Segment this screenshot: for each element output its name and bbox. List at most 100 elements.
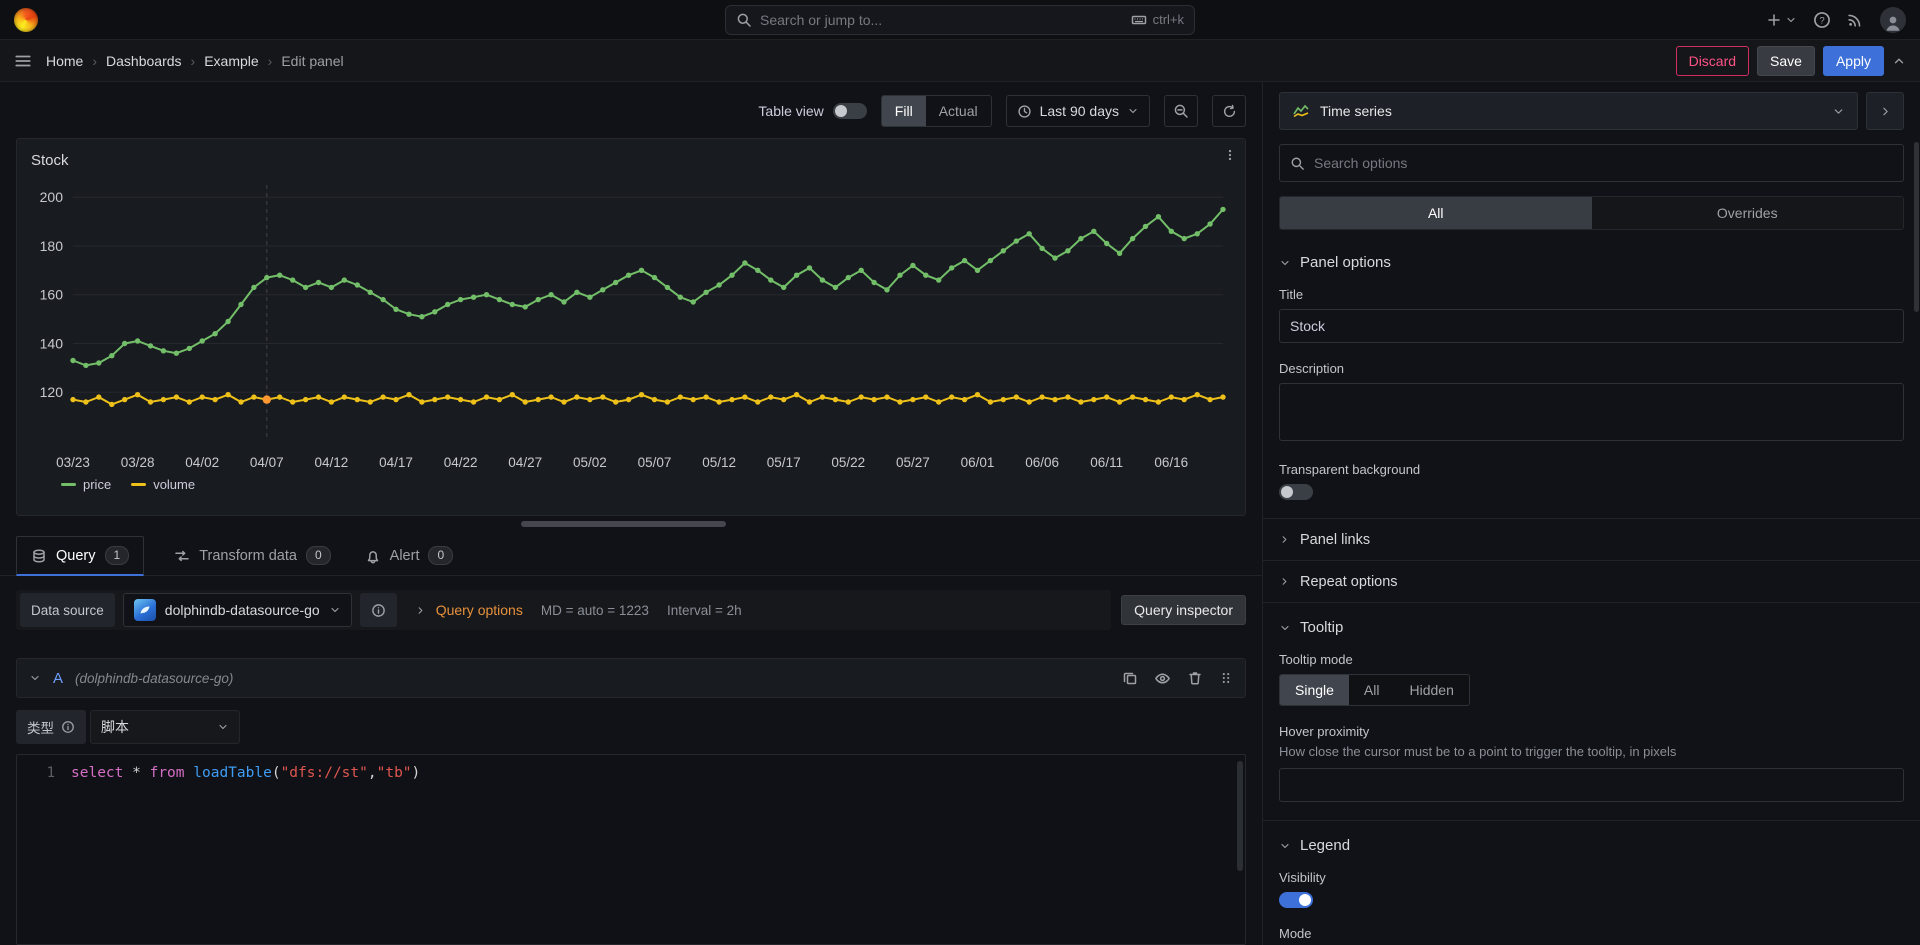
stock-panel: Stock 12014016018020003/2303/2804/0204/0… bbox=[16, 138, 1246, 516]
time-series-chart[interactable]: 12014016018020003/2303/2804/0204/0704/12… bbox=[31, 175, 1231, 475]
global-search[interactable]: ctrl+k bbox=[725, 5, 1195, 35]
repeat-options-section[interactable]: Repeat options bbox=[1263, 560, 1920, 602]
edit-panel-actions: Discard Save Apply bbox=[1676, 46, 1906, 76]
chevron-up-icon[interactable] bbox=[1892, 54, 1906, 68]
svg-text:05/02: 05/02 bbox=[573, 455, 607, 470]
breadcrumb-home[interactable]: Home bbox=[46, 53, 83, 69]
chevron-right-icon bbox=[1279, 534, 1290, 545]
breadcrumb-separator: › bbox=[268, 53, 273, 69]
breadcrumb: Home › Dashboards › Example › Edit panel bbox=[46, 53, 344, 69]
toggle-knob bbox=[1299, 894, 1311, 906]
svg-text:120: 120 bbox=[40, 384, 64, 400]
svg-text:140: 140 bbox=[40, 336, 64, 352]
query-count-badge: 1 bbox=[105, 546, 130, 565]
collapse-options-pane-button[interactable] bbox=[1866, 92, 1904, 130]
code-editor[interactable]: 1 select * from loadTable("dfs://st","tb… bbox=[16, 754, 1246, 945]
tab-transform-data[interactable]: Transform data 0 bbox=[170, 536, 334, 575]
query-inspector-button[interactable]: Query inspector bbox=[1121, 595, 1246, 625]
chevron-down-icon[interactable] bbox=[29, 672, 41, 684]
topnav-actions: ? bbox=[1766, 7, 1906, 33]
options-scrollbar-thumb[interactable] bbox=[1914, 142, 1919, 312]
scrollbar-thumb[interactable] bbox=[521, 521, 726, 527]
save-button[interactable]: Save bbox=[1757, 46, 1815, 76]
query-datasource-hint: (dolphindb-datasource-go) bbox=[75, 671, 233, 686]
legend-visibility-label: Visibility bbox=[1279, 870, 1904, 885]
delete-query-icon[interactable] bbox=[1187, 670, 1203, 686]
news-button[interactable] bbox=[1847, 11, 1864, 28]
query-row-a[interactable]: A (dolphindb-datasource-go) bbox=[16, 658, 1246, 698]
svg-text:180: 180 bbox=[40, 238, 64, 254]
hover-proximity-input[interactable] bbox=[1279, 768, 1904, 802]
svg-text:05/12: 05/12 bbox=[702, 455, 736, 470]
query-options-section[interactable]: Query options MD = auto = 1223 Interval … bbox=[405, 593, 1107, 627]
options-search[interactable] bbox=[1279, 144, 1904, 182]
hide-query-icon[interactable] bbox=[1154, 670, 1171, 687]
tooltip-header[interactable]: Tooltip bbox=[1279, 603, 1904, 644]
refresh-button[interactable] bbox=[1212, 95, 1246, 127]
panel-options-header[interactable]: Panel options bbox=[1279, 238, 1904, 279]
options-search-input[interactable] bbox=[1314, 155, 1893, 171]
datasource-label-chip: Data source bbox=[20, 593, 115, 627]
breadcrumb-edit-panel: Edit panel bbox=[281, 53, 343, 69]
help-button[interactable]: ? bbox=[1813, 11, 1831, 29]
breadcrumb-example[interactable]: Example bbox=[204, 53, 258, 69]
fill-option[interactable]: Fill bbox=[882, 96, 926, 126]
tab-overrides[interactable]: Overrides bbox=[1592, 197, 1904, 229]
grafana-logo-icon[interactable] bbox=[14, 8, 38, 32]
actual-option[interactable]: Actual bbox=[926, 96, 991, 126]
new-button[interactable] bbox=[1766, 12, 1797, 28]
panel-menu-icon[interactable] bbox=[1223, 147, 1237, 166]
menu-icon[interactable] bbox=[14, 52, 32, 70]
max-data-points: MD = auto = 1223 bbox=[541, 603, 649, 618]
title-field: Title bbox=[1279, 287, 1904, 343]
breadcrumb-dashboards[interactable]: Dashboards bbox=[106, 53, 182, 69]
svg-text:04/27: 04/27 bbox=[508, 455, 542, 470]
tooltip-mode-hidden[interactable]: Hidden bbox=[1394, 675, 1468, 705]
datasource-row: Data source dolphindb-datasource-go bbox=[16, 590, 1246, 630]
transparent-background-toggle[interactable] bbox=[1279, 484, 1313, 500]
grafana-app: ctrl+k ? Home › Dashboards › bbox=[0, 0, 1920, 945]
panel-description-input[interactable] bbox=[1279, 383, 1904, 441]
info-icon[interactable] bbox=[61, 720, 75, 734]
legend-visibility-toggle[interactable] bbox=[1279, 892, 1313, 908]
legend-item-price[interactable]: price bbox=[61, 477, 111, 492]
help-icon: ? bbox=[1813, 11, 1831, 29]
legend-mode-field: Mode List Table bbox=[1279, 926, 1904, 945]
time-range-picker[interactable]: Last 90 days bbox=[1006, 95, 1150, 127]
svg-text:?: ? bbox=[1819, 15, 1824, 26]
tab-alert[interactable]: Alert 0 bbox=[361, 536, 458, 575]
panel-title[interactable]: Stock bbox=[31, 152, 69, 169]
tooltip-mode-all[interactable]: All bbox=[1349, 675, 1395, 705]
panel-links-section[interactable]: Panel links bbox=[1263, 518, 1920, 560]
script-type-select[interactable]: 脚本 bbox=[90, 710, 240, 744]
editor-scrollbar-thumb[interactable] bbox=[1237, 761, 1243, 871]
database-icon bbox=[31, 548, 47, 564]
legend-item-volume[interactable]: volume bbox=[131, 477, 195, 492]
script-type-value: 脚本 bbox=[101, 717, 129, 737]
tab-all[interactable]: All bbox=[1280, 197, 1592, 229]
alert-count-badge: 0 bbox=[428, 546, 453, 565]
zoom-out-button[interactable] bbox=[1164, 95, 1198, 127]
code-line[interactable]: select * from loadTable("dfs://st","tb") bbox=[71, 755, 420, 944]
legend-header[interactable]: Legend bbox=[1279, 821, 1904, 862]
global-search-input[interactable] bbox=[760, 12, 1123, 28]
visualization-picker[interactable]: Time series bbox=[1279, 92, 1858, 130]
drag-handle-icon[interactable] bbox=[1219, 670, 1233, 686]
tooltip-mode-single[interactable]: Single bbox=[1280, 675, 1349, 705]
description-label: Description bbox=[1279, 361, 1904, 376]
svg-text:04/02: 04/02 bbox=[185, 455, 219, 470]
user-avatar[interactable] bbox=[1880, 7, 1906, 33]
clock-icon bbox=[1017, 104, 1032, 119]
duplicate-query-icon[interactable] bbox=[1122, 670, 1138, 686]
datasource-picker[interactable]: dolphindb-datasource-go bbox=[123, 593, 352, 627]
query-ref-id[interactable]: A bbox=[53, 670, 63, 687]
tab-query[interactable]: Query 1 bbox=[16, 536, 144, 576]
panel-title-input[interactable] bbox=[1279, 309, 1904, 343]
datasource-help-button[interactable] bbox=[360, 593, 397, 627]
table-view-toggle[interactable] bbox=[833, 103, 867, 119]
visualization-header: Time series bbox=[1279, 92, 1904, 130]
legend-label: price bbox=[83, 477, 111, 492]
keyboard-icon bbox=[1131, 12, 1147, 28]
discard-button[interactable]: Discard bbox=[1676, 46, 1749, 76]
apply-button[interactable]: Apply bbox=[1823, 46, 1884, 76]
